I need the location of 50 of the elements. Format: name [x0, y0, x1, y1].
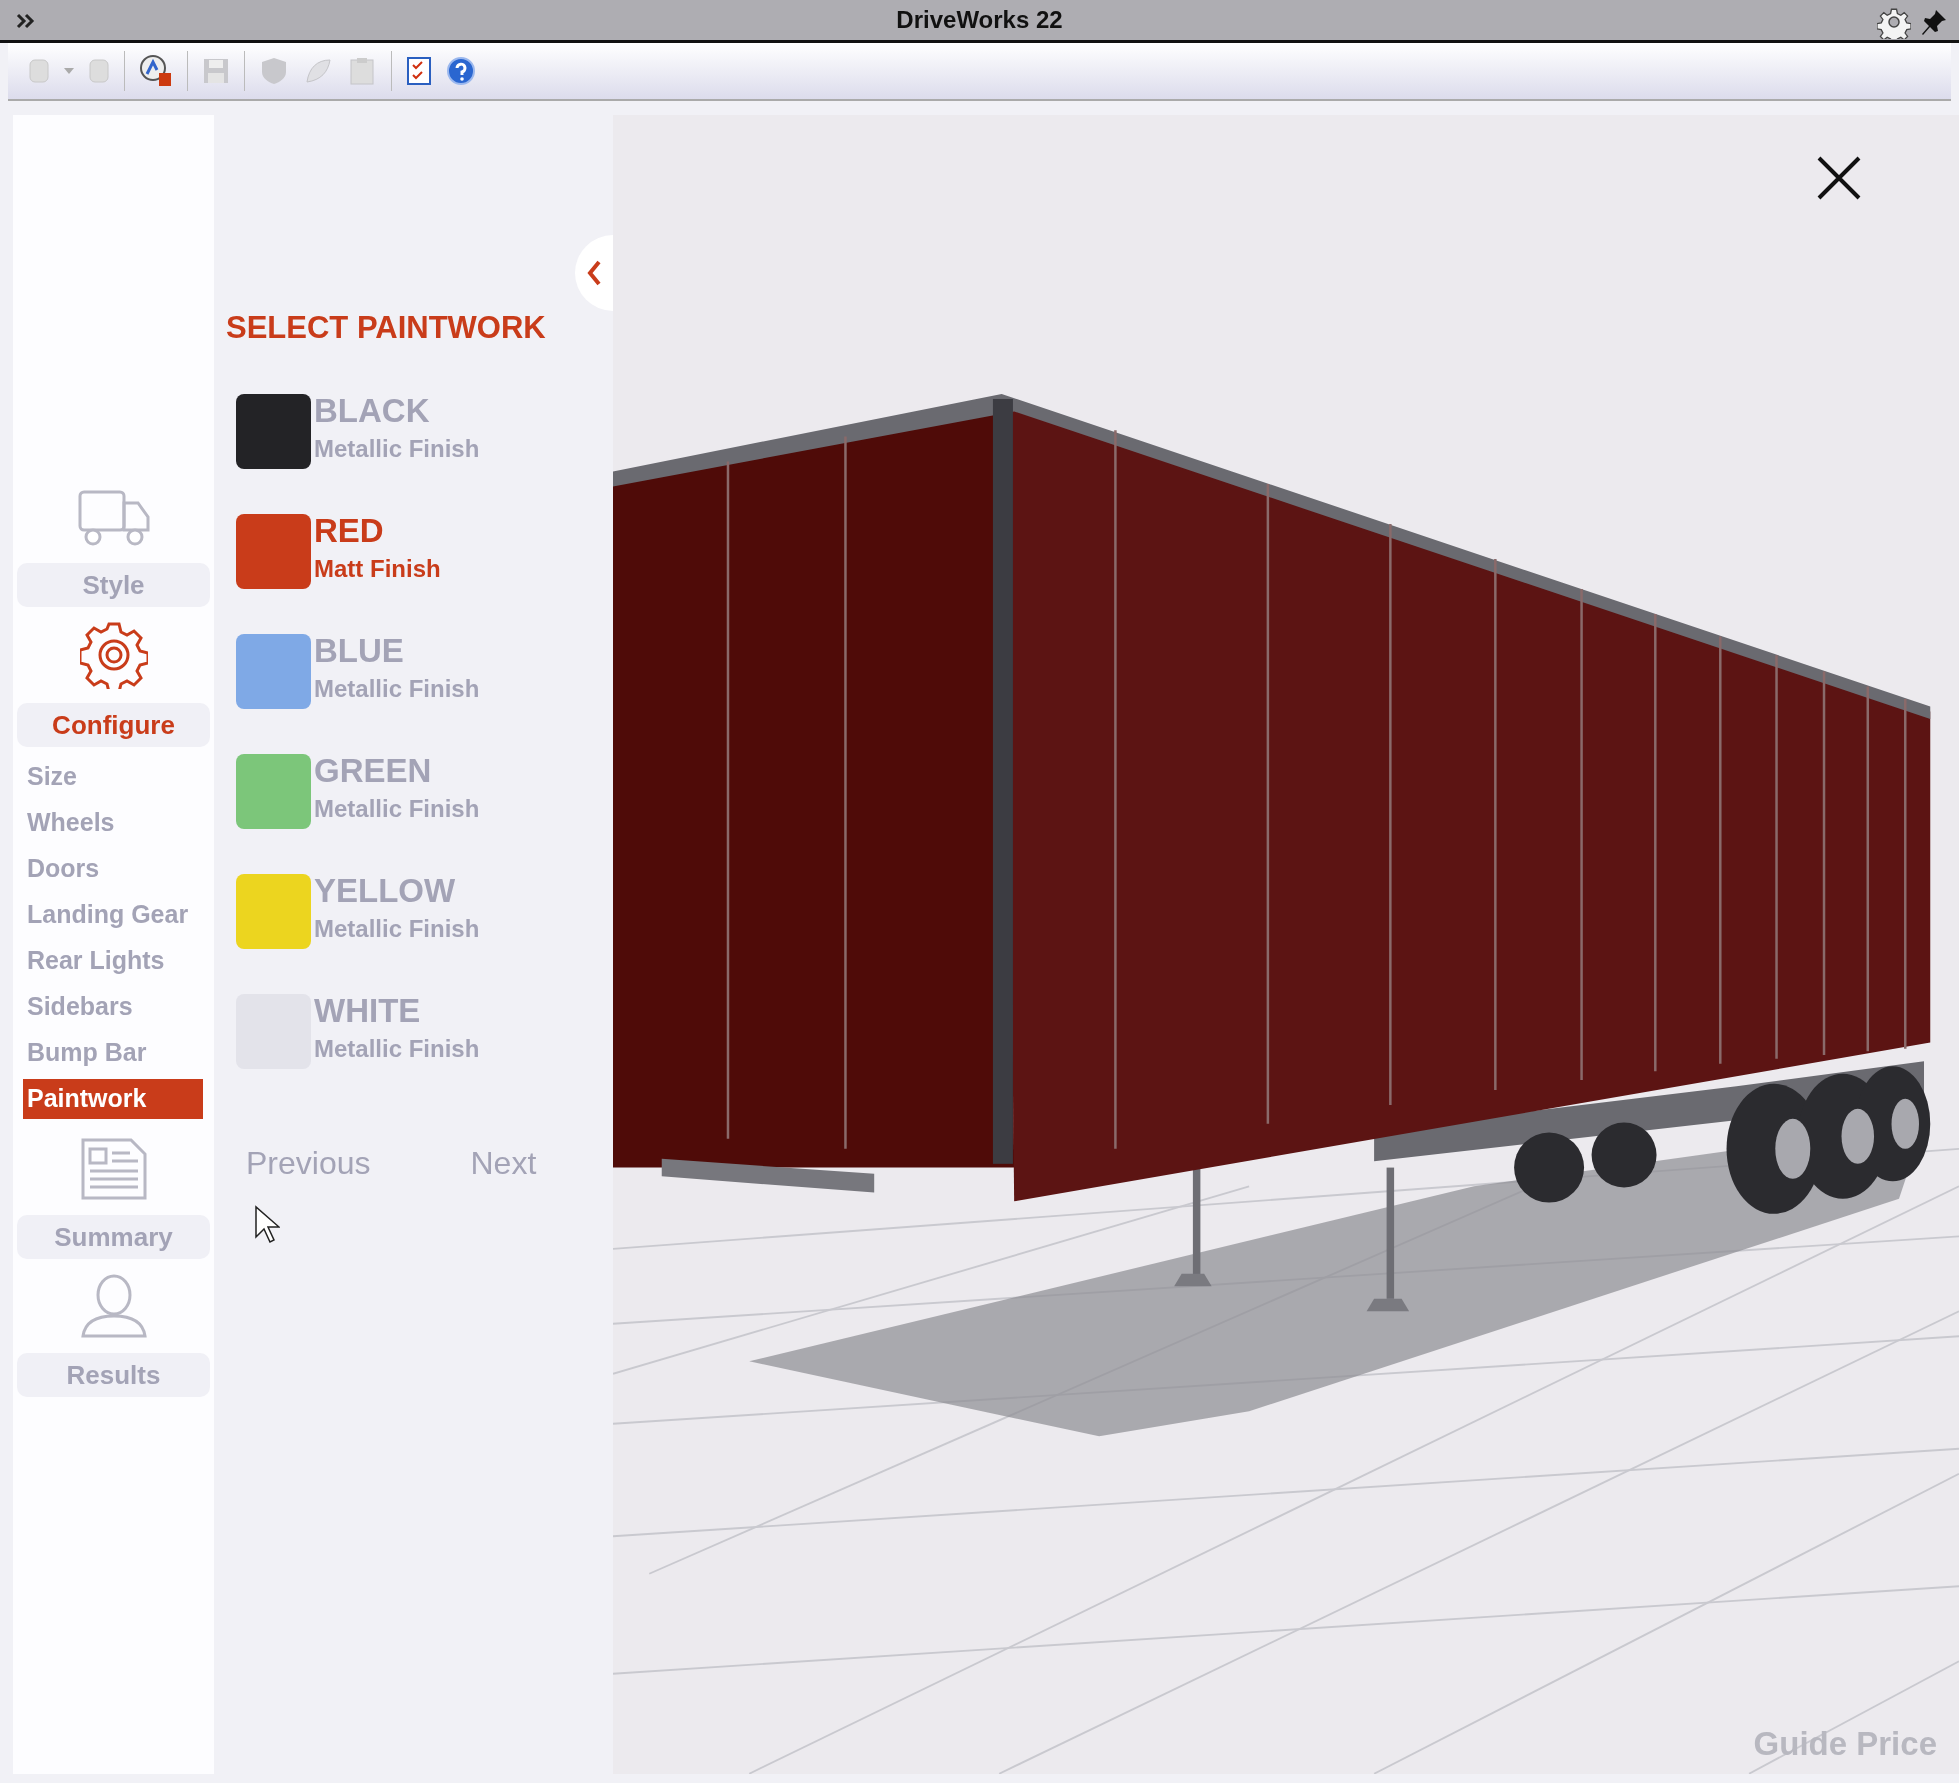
sidebar-item[interactable]: Size [23, 757, 203, 797]
nav-button[interactable]: Next [470, 1138, 537, 1187]
color-swatch[interactable] [236, 873, 311, 949]
person-icon [79, 1273, 148, 1339]
sidebar-item[interactable]: Paintwork [23, 1079, 203, 1119]
color-swatch[interactable] [236, 633, 311, 709]
finish-label: Metallic Finish [314, 433, 480, 464]
dropdown-caret-icon[interactable] [64, 68, 74, 74]
sidebar-item[interactable]: Doors [23, 849, 203, 889]
leaf-icon[interactable] [303, 56, 333, 86]
window-title: DriveWorks 22 [896, 5, 1063, 35]
chevron-left-icon [587, 260, 601, 286]
mouse-pointer-icon [254, 1204, 280, 1245]
finish-label: Matt Finish [314, 553, 441, 584]
paint-option-name[interactable]: BLACK [314, 390, 480, 431]
sidebar-item[interactable]: Landing Gear [23, 895, 203, 935]
sidebar-section-tab[interactable]: Summary [17, 1215, 210, 1259]
document-icon [79, 1137, 148, 1201]
color-swatch[interactable] [236, 393, 311, 469]
database-icon[interactable] [28, 58, 50, 84]
checklist-icon[interactable] [406, 56, 432, 86]
paint-option-name[interactable]: YELLOW [314, 870, 480, 911]
color-swatch[interactable] [236, 513, 311, 589]
sidebar-item[interactable]: Rear Lights [23, 941, 203, 981]
clipboard-icon[interactable] [347, 56, 377, 86]
shield-icon[interactable] [259, 56, 289, 86]
finish-label: Metallic Finish [314, 913, 480, 944]
sidebar-item[interactable]: Wheels [23, 803, 203, 843]
pin-icon[interactable] [1920, 8, 1948, 36]
sidebar-item[interactable]: Bump Bar [23, 1033, 203, 1073]
close-icon[interactable] [1816, 155, 1862, 201]
sidebar-section-tab[interactable]: Results [17, 1353, 210, 1397]
gear-icon [79, 621, 148, 689]
sidebar-section-tab[interactable]: Configure [17, 703, 210, 747]
paint-option-name[interactable]: GREEN [314, 750, 480, 791]
panel-heading: SELECT PAINTWORK [226, 309, 546, 347]
save-icon[interactable] [202, 57, 230, 85]
expand-icon[interactable] [16, 13, 36, 29]
paint-option-name[interactable]: RED [314, 510, 441, 551]
paint-option-name[interactable]: WHITE [314, 990, 480, 1031]
nav-button[interactable]: Previous [246, 1138, 371, 1187]
sidebar-item[interactable]: Sidebars [23, 987, 203, 1027]
finish-label: Metallic Finish [314, 673, 480, 704]
help-icon[interactable] [446, 56, 476, 86]
finish-label: Metallic Finish [314, 1033, 480, 1064]
database-icon[interactable] [88, 58, 110, 84]
paint-option-name[interactable]: BLUE [314, 630, 480, 671]
sidebar-section-tab[interactable]: Style [17, 563, 210, 607]
finish-label: Metallic Finish [314, 793, 480, 824]
color-swatch[interactable] [236, 753, 311, 829]
